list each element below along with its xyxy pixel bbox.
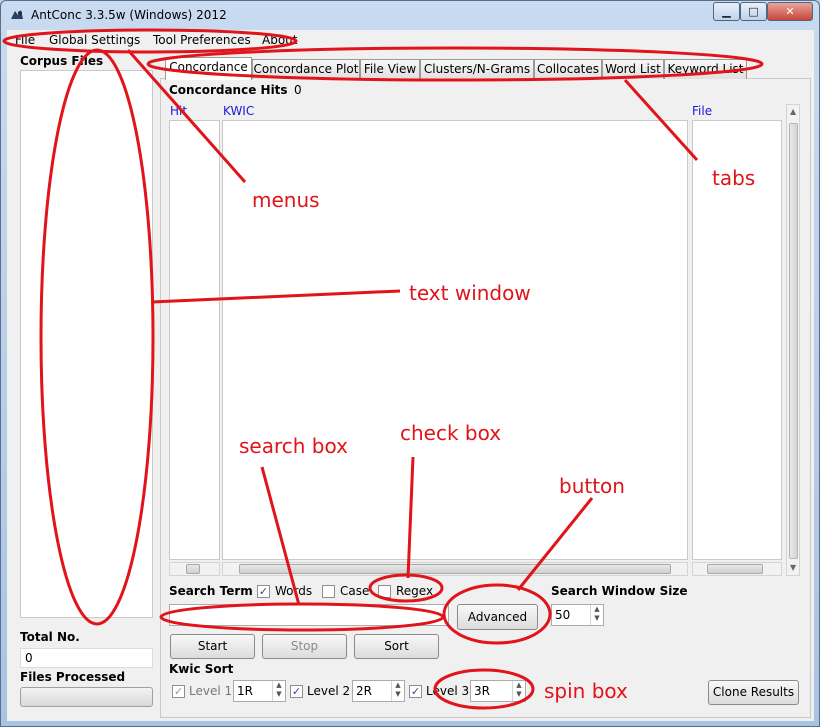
regex-checkbox[interactable] — [378, 585, 391, 598]
stop-button[interactable]: Stop — [262, 634, 347, 659]
menu-tool-preferences[interactable]: Tool Preferences — [153, 33, 251, 47]
search-term-input[interactable] — [169, 604, 449, 626]
title-bar[interactable]: AntConc 3.3.5w (Windows) 2012 ▁ □ ✕ — [1, 1, 819, 29]
kwic-horizontal-scrollbar[interactable] — [222, 562, 688, 576]
corpus-files-list[interactable] — [20, 70, 153, 618]
level1-value: 1R — [237, 684, 253, 698]
file-column-header: File — [692, 104, 713, 118]
check-box-annotation: check box — [400, 421, 502, 445]
app-window: AntConc 3.3.5w (Windows) 2012 ▁ □ ✕ File… — [0, 0, 820, 727]
level1-spin-arrows-icon[interactable]: ▲ ▼ — [272, 681, 285, 701]
level3-spinbox[interactable]: 3R ▲ ▼ — [470, 680, 526, 702]
scroll-down-arrow-icon[interactable]: ▼ — [790, 563, 796, 572]
search-window-size-label: Search Window Size — [551, 584, 688, 598]
menu-bar: File Global Settings Tool Preferences Ab… — [7, 30, 814, 52]
spin-box-annotation: spin box — [544, 679, 628, 703]
sort-button[interactable]: Sort — [354, 634, 439, 659]
words-checkbox[interactable]: ✓ — [257, 585, 270, 598]
maximize-button[interactable]: □ — [740, 2, 767, 21]
level1-label: Level 1 — [189, 684, 233, 698]
search-window-size-spinbox[interactable]: 50 ▲ ▼ — [551, 604, 604, 626]
text-window-annotation: text window — [409, 281, 531, 305]
total-no-label: Total No. — [20, 630, 80, 644]
tab-word-list[interactable]: Word List — [602, 59, 664, 79]
kwic-scroll-thumb[interactable] — [239, 564, 671, 574]
start-button[interactable]: Start — [170, 634, 255, 659]
level1-checkbox[interactable]: ✓ — [172, 685, 185, 698]
tab-collocates[interactable]: Collocates — [534, 59, 602, 79]
kwic-column-header: KWIC — [223, 104, 255, 118]
tab-file-view[interactable]: File View — [360, 59, 420, 79]
level3-spin-arrows-icon[interactable]: ▲ ▼ — [512, 681, 525, 701]
clone-results-button[interactable]: Clone Results — [708, 680, 799, 705]
files-processed-label: Files Processed — [20, 670, 126, 684]
spin-arrows-icon[interactable]: ▲ ▼ — [590, 605, 603, 625]
search-term-label: Search Term — [169, 584, 253, 598]
search-window-size-value: 50 — [555, 608, 571, 622]
level3-value: 3R — [474, 684, 490, 698]
minimize-button[interactable]: ▁ — [713, 2, 740, 21]
menu-file[interactable]: File — [15, 33, 35, 47]
files-processed-progress-bar — [20, 687, 153, 707]
level3-checkbox[interactable]: ✓ — [409, 685, 422, 698]
corpus-files-label: Corpus Files — [20, 54, 104, 68]
app-icon — [11, 10, 23, 19]
hit-scroll-thumb[interactable] — [186, 564, 200, 574]
hit-column-header: Hit — [170, 104, 188, 118]
hit-horizontal-scrollbar[interactable] — [169, 562, 220, 576]
file-scroll-thumb[interactable] — [707, 564, 763, 574]
scroll-up-arrow-icon[interactable]: ▲ — [790, 107, 796, 116]
tool-tabs: Concordance Concordance Plot File View C… — [165, 57, 777, 80]
tab-keyword-list[interactable]: Keyword List — [664, 59, 747, 79]
level2-label: Level 2 — [307, 684, 351, 698]
tab-clusters-ngrams[interactable]: Clusters/N-Grams — [420, 59, 534, 79]
level2-checkbox[interactable]: ✓ — [290, 685, 303, 698]
tab-concordance[interactable]: Concordance — [165, 57, 252, 80]
advanced-button[interactable]: Advanced — [457, 604, 538, 630]
case-label: Case — [340, 584, 370, 598]
button-annotation: button — [559, 474, 625, 498]
level2-spinbox[interactable]: 2R ▲ ▼ — [352, 680, 405, 702]
menus-annotation: menus — [252, 188, 320, 212]
level1-spinbox[interactable]: 1R ▲ ▼ — [233, 680, 286, 702]
close-button[interactable]: ✕ — [767, 2, 813, 21]
search-box-annotation: search box — [239, 434, 348, 458]
kwic-sort-label: Kwic Sort — [169, 662, 234, 676]
concordance-hits-value: 0 — [294, 83, 302, 97]
client-area: File Global Settings Tool Preferences Ab… — [7, 30, 814, 721]
level3-label: Level 3 — [426, 684, 470, 698]
hit-text-pane[interactable] — [169, 120, 220, 560]
tabs-annotation: tabs — [712, 166, 756, 190]
level2-spin-arrows-icon[interactable]: ▲ ▼ — [391, 681, 404, 701]
regex-label: Regex — [396, 584, 434, 598]
menu-global-settings[interactable]: Global Settings — [49, 33, 140, 47]
kwic-vertical-scrollbar[interactable]: ▲ ▼ — [786, 104, 800, 576]
case-checkbox[interactable] — [322, 585, 335, 598]
concordance-hits-label: Concordance Hits — [169, 83, 288, 97]
total-no-value: 0 — [20, 648, 153, 668]
level2-value: 2R — [356, 684, 372, 698]
menu-about[interactable]: About — [262, 33, 297, 47]
window-title: AntConc 3.3.5w (Windows) 2012 — [31, 8, 227, 22]
scroll-thumb[interactable] — [789, 123, 798, 559]
tab-concordance-plot[interactable]: Concordance Plot — [252, 59, 360, 79]
file-horizontal-scrollbar[interactable] — [692, 562, 782, 576]
words-label: Words — [275, 584, 313, 598]
